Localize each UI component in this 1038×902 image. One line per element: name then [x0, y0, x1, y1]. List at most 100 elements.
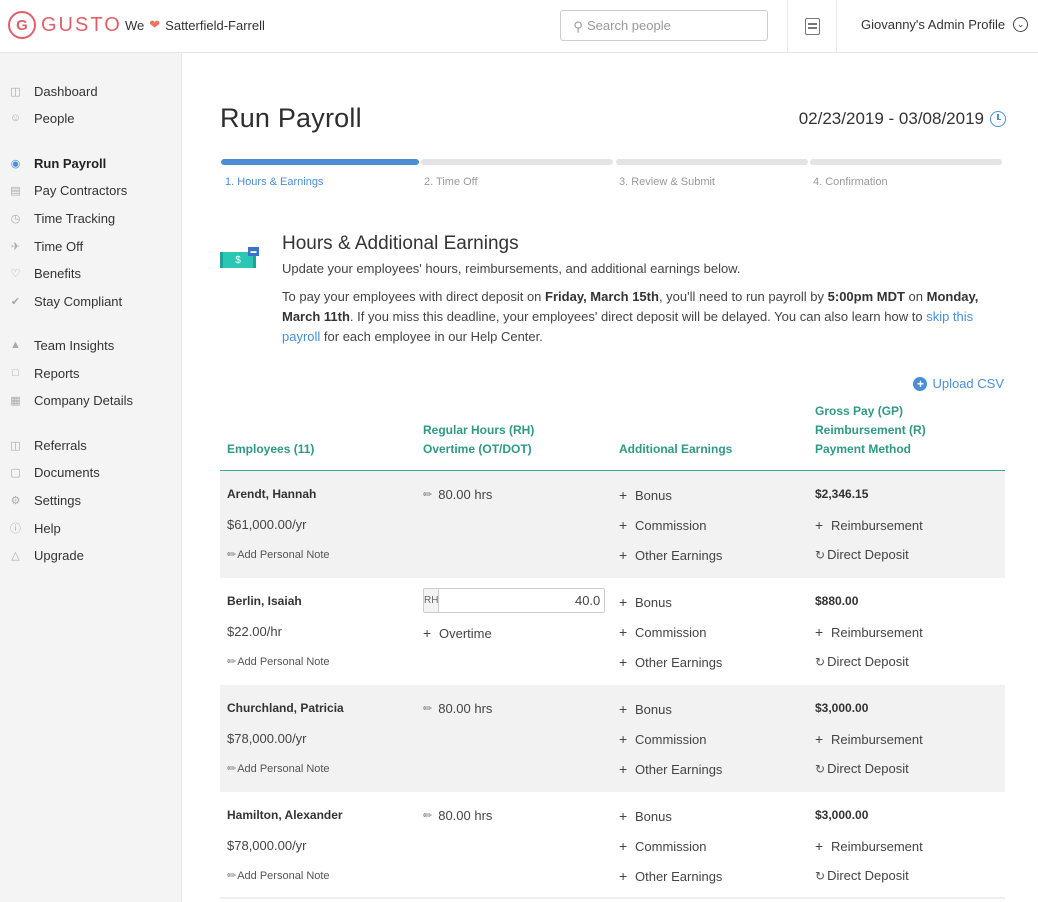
- add-other-earnings-button[interactable]: + Other Earnings: [619, 761, 722, 777]
- sidebar-item-settings[interactable]: ⚙ Settings: [0, 489, 182, 511]
- add-bonus-button[interactable]: + Bonus: [619, 701, 672, 717]
- add-reimbursement-button[interactable]: + Reimbursement: [815, 624, 923, 640]
- table-row: Hamilton, Alexander $78,000.00/yr ✏ Add P…: [220, 792, 1005, 899]
- add-note-button[interactable]: ✏ Add Personal Note: [227, 655, 330, 669]
- add-commission-button[interactable]: + Commission: [619, 731, 707, 747]
- step-hours-earnings[interactable]: 1. Hours & Earnings: [221, 159, 419, 188]
- clock-icon[interactable]: [990, 111, 1006, 127]
- notepad-icon: [804, 18, 820, 35]
- add-note-button[interactable]: ✏ Add Personal Note: [227, 548, 330, 562]
- top-bar: G GUSTO We ❤ Satterfield-Farrell ⚲ Giova…: [0, 0, 1038, 53]
- add-commission-button[interactable]: + Commission: [619, 624, 707, 640]
- step-bar: [421, 159, 613, 165]
- search-input[interactable]: [587, 18, 757, 33]
- other-earnings-label: Other Earnings: [635, 655, 723, 670]
- sidebar-item-help[interactable]: ⓘ Help: [0, 517, 182, 539]
- hours-edit[interactable]: ✏ 80.00 hrs: [423, 808, 492, 823]
- gusto-logo[interactable]: G GUSTO: [8, 11, 122, 39]
- employee-name[interactable]: Churchland, Patricia: [227, 701, 344, 715]
- hours-edit[interactable]: ✏ 80.00 hrs: [423, 487, 492, 502]
- sidebar-item-upgrade[interactable]: △ Upgrade: [0, 544, 182, 566]
- sidebar-item-documents[interactable]: ▢ Documents: [0, 461, 182, 483]
- header-text: Employees (11): [227, 442, 315, 456]
- header-text: Regular Hours (RH): [423, 423, 535, 437]
- table-row: Arendt, Hannah $61,000.00/yr ✏ Add Person…: [220, 471, 1005, 578]
- step-time-off[interactable]: 2. Time Off: [421, 159, 613, 188]
- sidebar-item-team-insights[interactable]: ▲ Team Insights: [0, 334, 182, 356]
- search-box[interactable]: ⚲: [560, 10, 768, 41]
- sidebar-item-label: Referrals: [34, 437, 87, 453]
- reimbursement-label: Reimbursement: [831, 839, 923, 854]
- pencil-icon: ✏: [227, 870, 237, 882]
- gross-pay: $3,000.00: [815, 808, 869, 822]
- regular-hours-input[interactable]: [439, 589, 604, 612]
- header-text: Gross Pay (GP): [815, 404, 904, 418]
- sidebar-item-dashboard[interactable]: ◫ Dashboard: [0, 80, 182, 102]
- step-label: 2. Time Off: [424, 176, 478, 188]
- payment-method-button[interactable]: ↻ Direct Deposit: [815, 868, 909, 883]
- sidebar-item-reports[interactable]: □ Reports: [0, 362, 182, 384]
- sidebar-item-referrals[interactable]: ◫ Referrals: [0, 434, 182, 456]
- hours-edit[interactable]: ✏ 80.00 hrs: [423, 701, 492, 716]
- sidebar-item-time-tracking[interactable]: ◷ Time Tracking: [0, 207, 182, 229]
- employee-name[interactable]: Arendt, Hannah: [227, 487, 316, 501]
- payment-method-button[interactable]: ↻ Direct Deposit: [815, 654, 909, 669]
- plus-icon: +: [619, 761, 628, 777]
- employee-name[interactable]: Berlin, Isaiah: [227, 594, 302, 608]
- employee-name[interactable]: Hamilton, Alexander: [227, 808, 343, 822]
- payment-method-button[interactable]: ↻ Direct Deposit: [815, 761, 909, 776]
- plus-icon: +: [619, 487, 628, 503]
- add-note-button[interactable]: ✏ Add Personal Note: [227, 762, 330, 776]
- add-reimbursement-button[interactable]: + Reimbursement: [815, 731, 923, 747]
- note-label: Add Personal Note: [237, 548, 330, 561]
- add-commission-button[interactable]: + Commission: [619, 838, 707, 854]
- plus-icon: +: [619, 624, 628, 640]
- sidebar-item-people[interactable]: ☺ People: [0, 107, 182, 129]
- notice-text: on: [904, 289, 927, 304]
- upload-csv-button[interactable]: + Upload CSV: [913, 376, 1004, 391]
- sidebar-item-time-off[interactable]: ✈ Time Off: [0, 235, 182, 257]
- step-label: 3. Review & Submit: [619, 176, 715, 188]
- main-content: Run Payroll 02/23/2019 - 03/08/2019 1. H…: [183, 53, 1038, 902]
- add-commission-button[interactable]: + Commission: [619, 517, 707, 533]
- header-employees: Employees (11): [227, 440, 314, 459]
- reimbursement-label: Reimbursement: [831, 518, 923, 533]
- step-confirmation[interactable]: 4. Confirmation: [810, 159, 1002, 188]
- add-other-earnings-button[interactable]: + Other Earnings: [619, 547, 722, 563]
- step-review-submit[interactable]: 3. Review & Submit: [616, 159, 808, 188]
- pay-rate: $22.00/hr: [227, 624, 282, 639]
- pay-date: Friday, March 15th: [545, 289, 659, 304]
- gear-icon: ⚙: [10, 494, 21, 507]
- add-reimbursement-button[interactable]: + Reimbursement: [815, 838, 923, 854]
- sidebar-item-label: Documents: [34, 464, 100, 480]
- add-note-button[interactable]: ✏ Add Personal Note: [227, 869, 330, 883]
- add-bonus-button[interactable]: + Bonus: [619, 594, 672, 610]
- payment-method-button[interactable]: ↻ Direct Deposit: [815, 547, 909, 562]
- check-icon: ✔: [10, 295, 21, 308]
- notice-text: , you'll need to run payroll by: [658, 289, 828, 304]
- add-reimbursement-button[interactable]: + Reimbursement: [815, 517, 923, 533]
- sidebar-item-benefits[interactable]: ♡ Benefits: [0, 262, 182, 284]
- add-other-earnings-button[interactable]: + Other Earnings: [619, 868, 722, 884]
- notes-button[interactable]: [788, 0, 836, 53]
- profile-menu[interactable]: Giovanny's Admin Profile ⌄: [861, 17, 1029, 32]
- cash-icon: ▤: [10, 184, 21, 197]
- sidebar-item-pay-contractors[interactable]: ▤ Pay Contractors: [0, 179, 182, 201]
- pay-period[interactable]: 02/23/2019 - 03/08/2019: [799, 109, 1006, 129]
- add-overtime-button[interactable]: + Overtime: [423, 625, 492, 641]
- heart-icon: ❤: [149, 17, 161, 32]
- add-other-earnings-button[interactable]: + Other Earnings: [619, 654, 722, 670]
- sidebar-item-run-payroll[interactable]: ◉ Run Payroll: [0, 152, 182, 174]
- add-bonus-button[interactable]: + Bonus: [619, 487, 672, 503]
- sidebar-item-company-details[interactable]: ▦ Company Details: [0, 389, 182, 411]
- sidebar-item-stay-compliant[interactable]: ✔ Stay Compliant: [0, 290, 182, 312]
- company-name: Satterfield-Farrell: [165, 17, 265, 33]
- sidebar-item-label: Benefits: [34, 265, 81, 281]
- sync-icon: ↻: [815, 868, 826, 883]
- plus-icon: +: [619, 547, 628, 563]
- reimbursement-label: Reimbursement: [831, 732, 923, 747]
- add-bonus-button[interactable]: + Bonus: [619, 808, 672, 824]
- other-earnings-label: Other Earnings: [635, 548, 723, 563]
- pencil-icon: ✏: [423, 489, 433, 501]
- table-header: Employees (11) Regular Hours (RH) Overti…: [220, 403, 1005, 471]
